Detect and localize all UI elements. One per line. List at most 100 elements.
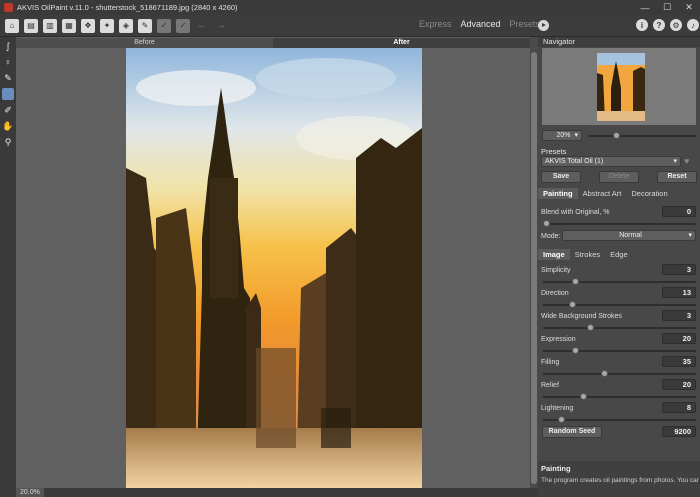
param-slider-knob[interactable] — [586, 324, 594, 331]
save-file-icon[interactable]: ▥ — [43, 18, 57, 33]
undo-arrow-icon[interactable]: ← — [195, 19, 209, 33]
param-label: Lightening — [541, 405, 574, 412]
save-preset-button[interactable]: Save — [541, 171, 581, 183]
navigator-preview[interactable] — [542, 48, 696, 125]
blend-slider-track[interactable] — [543, 223, 696, 225]
maximize-button[interactable]: ☐ — [656, 0, 678, 15]
info-icon[interactable]: i — [636, 19, 648, 31]
param-slider-knob[interactable] — [569, 301, 577, 308]
eraser-icon[interactable]: ✐ — [2, 104, 14, 116]
main-toolbar: ⌂ ▤ ▥ ▦ ❖ ✦ ◈ ✎ ✓ ✓ ← → — [0, 15, 700, 37]
hint-text: The program creates oil paintings from p… — [541, 477, 699, 484]
param-label: Wide Background Strokes — [541, 313, 622, 320]
run-processing-button[interactable] — [538, 20, 549, 31]
print-icon[interactable]: ▦ — [62, 18, 76, 33]
mode-switcher: Express Advanced Presets — [419, 19, 549, 29]
tab-after[interactable]: After — [273, 38, 530, 48]
fragment-select-icon[interactable] — [2, 88, 14, 100]
zoom-select[interactable]: 20% — [542, 130, 582, 141]
app-logo-icon — [4, 3, 13, 12]
batch-icon[interactable]: ❖ — [81, 18, 95, 33]
stroke-brush-icon[interactable]: ♀ — [2, 56, 14, 68]
tab-edge[interactable]: Edge — [605, 249, 633, 260]
param-slider-track[interactable] — [543, 281, 696, 283]
param-slider-knob[interactable] — [557, 416, 565, 423]
navigator-thumbnail — [597, 53, 645, 121]
tab-painting[interactable]: Painting — [538, 188, 578, 199]
param-slider-track[interactable] — [543, 396, 696, 398]
share-icon[interactable]: ✦ — [100, 18, 114, 33]
tab-before[interactable]: Before — [16, 38, 273, 48]
tab-strokes[interactable]: Strokes — [570, 249, 605, 260]
status-bar: 20.0% — [16, 488, 538, 497]
image-canvas[interactable] — [126, 48, 422, 488]
param-value[interactable]: 13 — [662, 287, 696, 298]
scrollbar-thumb[interactable] — [531, 52, 537, 484]
redo-arrow-icon[interactable]: → — [214, 19, 228, 33]
param-slider-track[interactable] — [543, 327, 696, 329]
mode-presets[interactable]: Presets — [510, 19, 541, 29]
open-file-icon[interactable]: ▤ — [24, 18, 38, 33]
tool-palette: ʃ ♀ ✎ ✐ ✋ ⚲ — [0, 37, 16, 497]
param-slider-track[interactable] — [543, 419, 696, 421]
title-bar: AKVIS OilPaint v.11.0 - shutterstock_518… — [0, 0, 700, 15]
hint-panel: Painting The program creates oil paintin… — [538, 461, 700, 497]
close-button[interactable]: ✕ — [678, 0, 700, 15]
mode-advanced[interactable]: Advanced — [461, 19, 501, 29]
zoom-readout: 20.0% — [16, 488, 44, 497]
param-slider-track[interactable] — [543, 373, 696, 375]
param-value[interactable]: 20 — [662, 379, 696, 390]
preset-select[interactable]: AKVIS Total Oil (1) — [541, 156, 681, 167]
blend-value[interactable]: 0 — [662, 206, 696, 217]
edit-icon[interactable]: ✎ — [138, 18, 152, 33]
blend-label: Blend with Original, % — [541, 209, 610, 216]
param-value[interactable]: 35 — [662, 356, 696, 367]
minimize-button[interactable]: — — [634, 0, 656, 15]
blend-slider-knob[interactable] — [543, 220, 550, 227]
mode-select[interactable]: Normal — [562, 230, 696, 241]
settings-panel: Navigator 20% Presets AKVIS Total Oil (1… — [538, 37, 700, 497]
help-icon[interactable]: ? — [653, 19, 665, 31]
param-value[interactable]: 3 — [662, 264, 696, 275]
param-label: Direction — [541, 290, 569, 297]
param-value[interactable]: 20 — [662, 333, 696, 344]
param-slider-knob[interactable] — [601, 370, 609, 377]
zoom-magnifier-icon[interactable]: ⚲ — [2, 136, 14, 148]
param-slider-track[interactable] — [543, 350, 696, 352]
direction-tool-icon[interactable]: ʃ — [2, 40, 14, 52]
painted-cityscape-image — [126, 48, 422, 488]
notification-bell-icon[interactable]: ♪ — [687, 19, 699, 31]
tab-abstract-art[interactable]: Abstract Art — [578, 188, 627, 199]
check-icon[interactable]: ✓ — [176, 18, 190, 33]
param-slider-track[interactable] — [543, 304, 696, 306]
param-label: Filling — [541, 359, 560, 366]
reset-preset-button[interactable]: Reset — [657, 171, 697, 183]
zoom-slider-knob[interactable] — [613, 132, 621, 139]
param-slider-knob[interactable] — [579, 393, 587, 400]
param-label: Simplicity — [541, 267, 571, 274]
param-label: Expression — [541, 336, 576, 343]
zoom-slider-track[interactable] — [588, 135, 696, 137]
canvas-icon[interactable]: ◈ — [119, 18, 133, 33]
favorite-heart-icon[interactable]: ♥ — [684, 156, 689, 166]
navigator-header: Navigator — [538, 37, 700, 47]
param-slider-knob[interactable] — [572, 278, 580, 285]
param-value[interactable]: 8 — [662, 402, 696, 413]
vertical-scrollbar[interactable] — [530, 48, 538, 488]
param-label: Relief — [541, 382, 559, 389]
tab-image[interactable]: Image — [538, 249, 570, 260]
mode-express[interactable]: Express — [419, 19, 452, 29]
pencil-icon[interactable]: ✎ — [2, 72, 14, 84]
random-seed-button[interactable]: Random Seed — [542, 426, 602, 438]
settings-gear-icon[interactable]: ⚙ — [670, 19, 682, 31]
hand-pan-icon[interactable]: ✋ — [2, 120, 14, 132]
param-value[interactable]: 3 — [662, 310, 696, 321]
random-seed-value[interactable]: 9200 — [662, 426, 696, 437]
tab-decoration[interactable]: Decoration — [626, 188, 672, 199]
param-slider-knob[interactable] — [572, 347, 580, 354]
apply-icon[interactable]: ✓ — [157, 18, 171, 33]
mode-label: Mode: — [541, 233, 561, 240]
window-title: AKVIS OilPaint v.11.0 - shutterstock_518… — [17, 3, 238, 12]
delete-preset-button[interactable]: Delete — [599, 171, 639, 183]
home-icon[interactable]: ⌂ — [5, 18, 19, 33]
